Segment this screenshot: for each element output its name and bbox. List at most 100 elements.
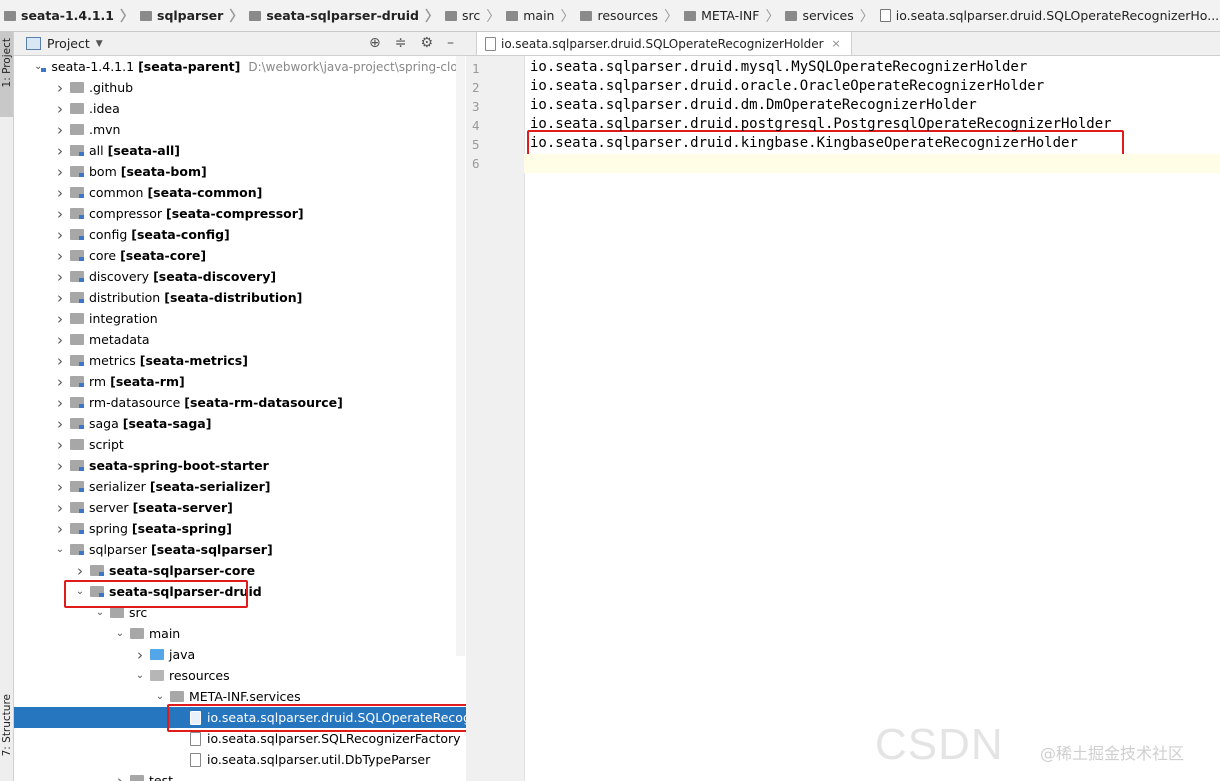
breadcrumb-item[interactable]: src 〉 (441, 6, 502, 26)
chevron-right-icon[interactable]: › (54, 142, 66, 160)
breadcrumb-label: seata-1.4.1.1 (21, 8, 114, 23)
chevron-right-icon[interactable]: › (54, 394, 66, 412)
chevron-down-icon[interactable]: ⌄ (94, 607, 106, 618)
editor-tab-active[interactable]: io.seata.sqlparser.druid.SQLOperateRecog… (476, 32, 852, 55)
project-view-selector[interactable]: Project (47, 36, 90, 51)
tree-node[interactable]: › test (14, 770, 466, 781)
tree-node-label: integration (89, 311, 158, 326)
locate-target-icon[interactable]: ⊕ (369, 35, 381, 51)
hide-panel-icon[interactable]: – (447, 35, 454, 51)
tree-node[interactable]: › compressor [seata-compressor] (14, 203, 466, 224)
tree-node[interactable]: › .github (14, 77, 466, 98)
tree-node[interactable]: › .idea (14, 98, 466, 119)
tab-structure[interactable]: 7: Structure (0, 692, 13, 762)
tree-node-label: META-INF.services (189, 689, 301, 704)
chevron-down-icon[interactable]: ⌄ (74, 586, 86, 597)
tree-node[interactable]: io.seata.sqlparser.SQLRecognizerFactory (14, 728, 466, 749)
tree-node[interactable]: › seata-spring-boot-starter (14, 455, 466, 476)
chevron-right-icon[interactable]: › (54, 79, 66, 97)
code-line[interactable]: io.seata.sqlparser.druid.postgresql.Post… (530, 116, 1112, 132)
chevron-right-icon[interactable]: › (54, 478, 66, 496)
chevron-right-icon[interactable]: › (54, 100, 66, 118)
chevron-right-icon[interactable]: › (54, 184, 66, 202)
code-line[interactable]: io.seata.sqlparser.druid.oracle.OracleOp… (530, 78, 1044, 94)
code-line[interactable]: io.seata.sqlparser.druid.dm.DmOperateRec… (530, 97, 977, 113)
project-tree-scrollbar[interactable] (456, 56, 465, 656)
tree-node[interactable]: › script (14, 434, 466, 455)
chevron-right-icon[interactable]: › (54, 352, 66, 370)
chevron-right-icon[interactable]: › (54, 247, 66, 265)
tree-node[interactable]: › distribution [seata-distribution] (14, 287, 466, 308)
module-folder-icon (70, 544, 84, 555)
tree-node-label: config (89, 227, 128, 242)
tree-node[interactable]: ⌄ META-INF.services (14, 686, 466, 707)
chevron-right-icon[interactable]: › (54, 499, 66, 517)
breadcrumb-item[interactable]: sqlparser 〉 (136, 6, 245, 26)
chevron-down-icon[interactable]: ⌄ (154, 691, 166, 702)
tree-node[interactable]: › all [seata-all] (14, 140, 466, 161)
tree-node[interactable]: ⌄ resources (14, 665, 466, 686)
breadcrumb-item[interactable]: seata-1.4.1.1 〉 (0, 6, 136, 26)
tree-node[interactable]: › core [seata-core] (14, 245, 466, 266)
breadcrumb-item[interactable]: main 〉 (502, 6, 576, 26)
project-tree[interactable]: ⌄ seata-1.4.1.1 [seata-parent] D:\webwork\j… (14, 56, 466, 781)
chevron-down-icon[interactable]: ▼ (96, 39, 103, 49)
chevron-right-icon[interactable]: › (54, 415, 66, 433)
code-line[interactable]: io.seata.sqlparser.druid.mysql.MySQLOper… (530, 59, 1027, 75)
chevron-down-icon[interactable]: ⌄ (114, 628, 126, 639)
tree-node[interactable]: › common [seata-common] (14, 182, 466, 203)
module-name: [seata-compressor] (166, 206, 304, 221)
chevron-right-icon[interactable]: › (54, 331, 66, 349)
gear-icon[interactable]: ⚙ (420, 35, 433, 51)
tree-node[interactable]: ⌄ sqlparser [seata-sqlparser] (14, 539, 466, 560)
code-line[interactable]: io.seata.sqlparser.druid.kingbase.Kingba… (530, 135, 1078, 151)
tree-node[interactable]: › serializer [seata-serializer] (14, 476, 466, 497)
tree-node[interactable]: › rm [seata-rm] (14, 371, 466, 392)
breadcrumb-item[interactable]: services 〉 (781, 6, 875, 26)
chevron-down-icon[interactable]: ⌄ (54, 544, 66, 555)
chevron-right-icon[interactable]: › (54, 268, 66, 286)
tree-node[interactable]: ⌄ src (14, 602, 466, 623)
breadcrumb-item[interactable]: seata-sqlparser-druid 〉 (245, 6, 441, 26)
module-name: [seata-bom] (120, 164, 207, 179)
chevron-right-icon[interactable]: › (54, 457, 66, 475)
breadcrumb-item[interactable]: META-INF 〉 (680, 6, 781, 26)
tree-node[interactable]: › server [seata-server] (14, 497, 466, 518)
tree-node[interactable]: › seata-sqlparser-core (14, 560, 466, 581)
tree-node[interactable]: io.seata.sqlparser.druid.SQLOperateRecog… (14, 707, 466, 728)
tab-project[interactable]: 1: Project (0, 32, 13, 117)
collapse-all-icon[interactable]: ≑ (395, 35, 407, 51)
tree-node[interactable]: › .mvn (14, 119, 466, 140)
tree-node[interactable]: ⌄ seata-1.4.1.1 [seata-parent] D:\webwork\j… (14, 56, 466, 77)
tree-node[interactable]: › integration (14, 308, 466, 329)
chevron-right-icon[interactable]: › (54, 163, 66, 181)
tree-node[interactable]: › bom [seata-bom] (14, 161, 466, 182)
chevron-right-icon[interactable]: › (54, 373, 66, 391)
chevron-right-icon[interactable]: › (54, 436, 66, 454)
tree-node[interactable]: › metrics [seata-metrics] (14, 350, 466, 371)
tree-node[interactable]: › discovery [seata-discovery] (14, 266, 466, 287)
chevron-right-icon[interactable]: › (54, 121, 66, 139)
close-icon[interactable]: × (832, 37, 841, 50)
tree-node[interactable]: ⌄ seata-sqlparser-druid (14, 581, 466, 602)
chevron-down-icon[interactable]: ⌄ (134, 670, 146, 681)
chevron-right-icon[interactable]: › (74, 562, 86, 580)
chevron-right-icon[interactable]: › (134, 646, 146, 664)
tree-node[interactable]: › java (14, 644, 466, 665)
chevron-right-icon[interactable]: › (54, 310, 66, 328)
tree-node[interactable]: io.seata.sqlparser.util.DbTypeParser (14, 749, 466, 770)
chevron-right-icon[interactable]: › (54, 205, 66, 223)
watermark-logo: CSDN (875, 720, 1004, 769)
chevron-right-icon[interactable]: › (54, 520, 66, 538)
tree-node[interactable]: › metadata (14, 329, 466, 350)
tree-node[interactable]: › spring [seata-spring] (14, 518, 466, 539)
breadcrumb-item[interactable]: io.seata.sqlparser.druid.SQLOperateRecog… (876, 8, 1220, 23)
tree-node[interactable]: ⌄ main (14, 623, 466, 644)
chevron-right-icon[interactable]: › (114, 772, 126, 781)
tree-node[interactable]: › saga [seata-saga] (14, 413, 466, 434)
chevron-right-icon[interactable]: › (54, 226, 66, 244)
tree-node[interactable]: › config [seata-config] (14, 224, 466, 245)
chevron-right-icon[interactable]: › (54, 289, 66, 307)
tree-node[interactable]: › rm-datasource [seata-rm-datasource] (14, 392, 466, 413)
breadcrumb-item[interactable]: resources 〉 (576, 6, 680, 26)
